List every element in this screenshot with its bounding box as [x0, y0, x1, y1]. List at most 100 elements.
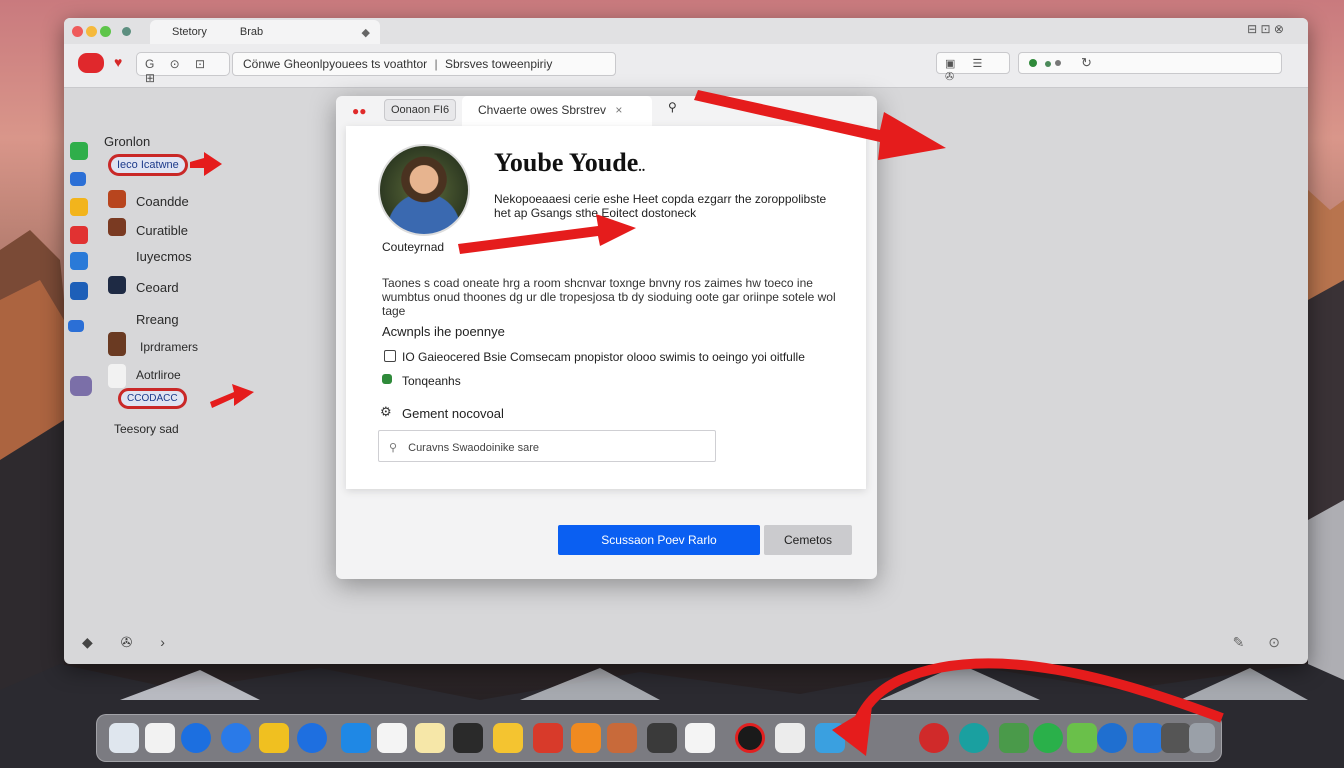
messages-icon[interactable]	[1033, 723, 1063, 753]
option-label: IO Gaieocered Bsie Comsecam pnopistor ol…	[402, 350, 805, 364]
printer-icon[interactable]	[1161, 723, 1191, 753]
puzzle-icon[interactable]	[533, 723, 563, 753]
sidebar-item-aotrliroe[interactable]: Aotrliroe	[136, 368, 181, 382]
maps-icon[interactable]	[1067, 723, 1097, 753]
opera-icon[interactable]	[735, 723, 765, 753]
favorite-icon[interactable]: ♥	[114, 54, 122, 70]
minimize-window-button[interactable]	[86, 26, 97, 37]
profile-title: Yoube Youde..	[494, 148, 645, 178]
app-icon[interactable]	[70, 142, 88, 160]
app-icon[interactable]	[70, 226, 88, 244]
notes-icon[interactable]	[259, 723, 289, 753]
item-thumbnail-icon	[108, 218, 126, 236]
monitor-icon[interactable]	[647, 723, 677, 753]
sidebar-heading: Gronlon	[104, 134, 151, 149]
app-icon[interactable]	[70, 376, 92, 396]
pin-icon[interactable]: ⚲	[668, 100, 677, 114]
sidebar-item-curatible[interactable]: Curatible	[136, 223, 188, 238]
dock	[96, 714, 1222, 762]
sidebar-item-ceoard[interactable]: Ceoard	[136, 280, 179, 295]
tab-title: Stetory	[172, 26, 207, 38]
dialog-tab-2-label: Chvaerte owes Sbrstrev	[478, 103, 607, 117]
item-thumbnail-icon	[108, 332, 126, 356]
toolbar: ♥ G ⊙ ⊡ ⊞ Cönwe Gheonlpyouees ts voathto…	[64, 44, 1308, 88]
app-icon[interactable]	[70, 252, 88, 270]
window-controls[interactable]: ⊟ ⊡ ⊗	[1247, 22, 1284, 36]
title-bar: Stetory Brab ◆ ⊟ ⊡ ⊗	[64, 18, 1308, 44]
record-button[interactable]	[78, 53, 104, 73]
sidebar-item-rreang[interactable]: Rreang	[136, 312, 179, 327]
app-icon[interactable]	[70, 172, 86, 186]
trash-icon[interactable]	[1189, 723, 1215, 753]
reload-icon[interactable]: ↻	[1081, 55, 1092, 71]
tab-close-icon[interactable]: ◆	[362, 26, 370, 39]
sidebar-item-iuyecmos[interactable]: Iuyecmos	[136, 249, 192, 264]
calendar-icon[interactable]	[571, 723, 601, 753]
bottom-left-icons[interactable]: ◆ ✇ ›	[82, 634, 177, 651]
item-thumbnail-icon	[108, 364, 126, 388]
item-thumbnail-icon	[108, 276, 126, 294]
sidebar-footer-item[interactable]: Teesory sad	[114, 422, 179, 436]
tab-close-icon[interactable]: ×	[615, 103, 622, 117]
browser-tab[interactable]: Stetory Brab ◆	[150, 20, 380, 44]
maximize-window-button[interactable]	[100, 26, 111, 37]
status-dot-icon	[1045, 61, 1051, 67]
body-paragraph: Taones s coad oneate hrg a room shcnvar …	[382, 276, 836, 318]
cancel-button[interactable]: Cemetos	[764, 525, 852, 555]
appstore-icon[interactable]	[1097, 723, 1127, 753]
highlighted-sidebar-item[interactable]: CCODACC	[118, 388, 187, 409]
profile-description: Nekopoeaaesi cerie eshe Heet copda ezgar…	[494, 192, 827, 220]
profile-card: Yoube Youde.. Nekopoeaaesi cerie eshe He…	[346, 126, 866, 489]
clock-icon[interactable]	[919, 723, 949, 753]
preview-icon[interactable]	[815, 723, 845, 753]
close-window-button[interactable]	[72, 26, 83, 37]
files-icon[interactable]	[453, 723, 483, 753]
primary-button[interactable]: Scussaon Poev Rarlo	[558, 525, 760, 555]
games-icon[interactable]	[607, 723, 637, 753]
document-icon[interactable]	[145, 723, 175, 753]
navigation-buttons[interactable]: G ⊙ ⊡ ⊞	[136, 52, 230, 85]
app-icon[interactable]	[70, 282, 88, 300]
avatar	[378, 144, 470, 236]
terminal-icon[interactable]	[999, 723, 1029, 753]
sidebar-item-coandde[interactable]: Coandde	[136, 194, 189, 209]
status-dot-icon	[1055, 60, 1061, 66]
app-icon[interactable]	[70, 198, 88, 216]
safari-icon[interactable]	[181, 723, 211, 753]
status-dot-icon	[1029, 59, 1037, 67]
search-input[interactable]: ⚲ Curavns Swaodoinike sare	[378, 430, 716, 462]
app-icon[interactable]	[68, 320, 84, 332]
highlighted-sidebar-item[interactable]: Ieco Icatwne	[108, 154, 188, 176]
option-icon[interactable]	[382, 374, 392, 384]
toolbar-extensions[interactable]: ▣ ☰ ✇	[936, 52, 1010, 83]
contacts-icon[interactable]	[685, 723, 715, 753]
book-icon[interactable]	[775, 723, 805, 753]
keynote-icon[interactable]	[493, 723, 523, 753]
url-prefix: Cönwe	[243, 57, 281, 71]
globe-icon[interactable]	[221, 723, 251, 753]
section-label: Acwnpls ihe poennye	[382, 324, 505, 339]
browser-icon[interactable]	[297, 723, 327, 753]
profile-name: Yoube Youde	[494, 148, 639, 177]
search-bar[interactable]: ↻	[1018, 52, 1282, 74]
address-bar[interactable]: Cönwe Gheonlpyouees ts voathtor | Sbrsve…	[232, 52, 616, 76]
finder-icon[interactable]	[109, 723, 139, 753]
dialog-close-icon[interactable]: ●●	[352, 104, 367, 118]
bottom-right-icons[interactable]: ✎ ⊙	[1233, 634, 1290, 651]
profile-name-suffix: ..	[638, 160, 646, 175]
sidebar-item-iprdramers[interactable]: Iprdramers	[140, 340, 198, 354]
chrome-icon[interactable]	[959, 723, 989, 753]
checkbox[interactable]	[384, 350, 396, 362]
option-label: Tonqeanhs	[402, 374, 461, 388]
dialog-tab-1[interactable]: Oonaon FI6	[384, 99, 456, 121]
photos-icon[interactable]	[341, 723, 371, 753]
textedit-icon[interactable]	[377, 723, 407, 753]
dialog-tab-bar: ●● Oonaon FI6 Chvaerte owes Sbrstrev × ⚲	[336, 96, 877, 126]
sidebar: Gronlon Ieco Icatwne Coandde Curatible I…	[64, 88, 334, 648]
tab-favicon	[122, 27, 131, 36]
url-suffix: Sbrsves toweenpiriy	[444, 57, 553, 71]
folder-icon[interactable]	[415, 723, 445, 753]
search-icon: ⚲	[389, 442, 398, 454]
mail-icon[interactable]	[1133, 723, 1163, 753]
dialog-tab-2[interactable]: Chvaerte owes Sbrstrev ×	[462, 96, 652, 126]
